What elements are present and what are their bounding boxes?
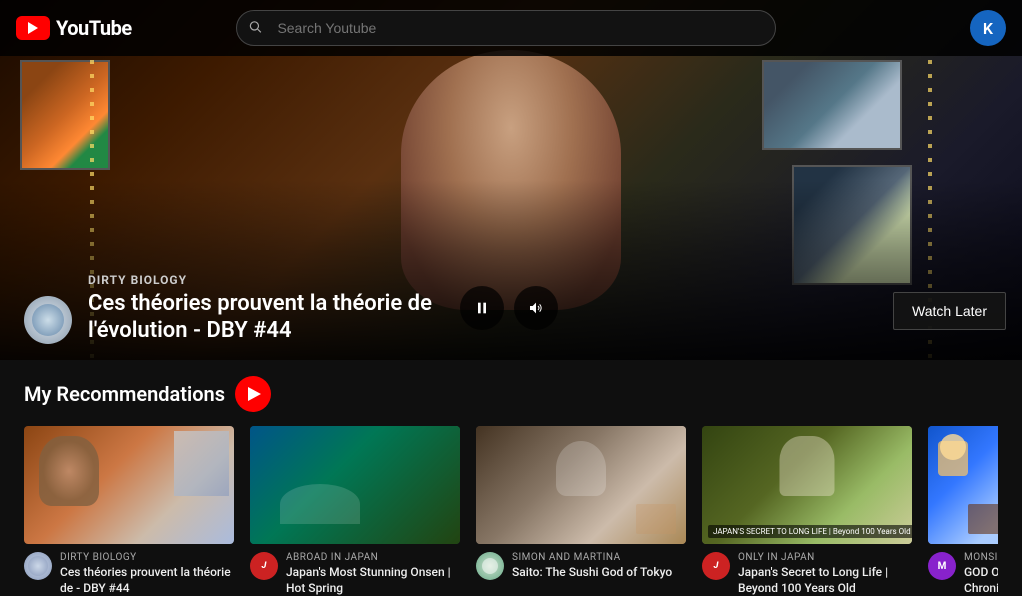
video-thumbnail [250,426,460,544]
video-channel-tag: DIRTY BIOLOGY [60,552,234,563]
channel-avatar [24,296,72,344]
logo-text: YouTube [56,16,132,40]
search-input[interactable] [236,10,776,46]
video-title: Japan's Secret to Long Life | Beyond 100… [738,565,912,596]
channel-icon: M [928,552,956,580]
video-channel-tag: ABROAD IN JAPAN [286,552,460,563]
video-meta: DIRTY BIOLOGY Ces théories prouvent la t… [24,552,234,596]
video-cards: DIRTY BIOLOGY Ces théories prouvent la t… [24,426,998,596]
video-thumbnail [24,426,234,544]
video-thumbnail [928,426,998,544]
video-card[interactable]: DIRTY BIOLOGY Ces théories prouvent la t… [24,426,234,596]
recommendations-section: My Recommendations DIRTY BIOLOGY Ces thé… [0,360,1022,596]
channel-icon [24,552,52,580]
painting-right-top [762,60,902,150]
video-thumbnail [476,426,686,544]
video-card[interactable]: JAPAN'S SECRET TO LONG LIFE | Beyond 100… [702,426,912,596]
video-info: ONLY IN JAPAN Japan's Secret to Long Lif… [738,552,912,596]
youtube-logo-icon [16,16,50,40]
video-card[interactable]: SIMON AND MARTINA Saito: The Sushi God o… [476,426,686,596]
painting-left [20,60,110,170]
video-title: Japan's Most Stunning Onsen | Hot Spring [286,565,460,596]
video-card[interactable]: M MONSIEUR GOD OF Chroniq... [928,426,998,596]
video-channel-tag: MONSIEUR [964,552,998,563]
channel-icon [476,552,504,580]
video-channel-tag: SIMON AND MARTINA [512,552,672,563]
avatar[interactable]: K [970,10,1006,46]
video-info: ABROAD IN JAPAN Japan's Most Stunning On… [286,552,460,596]
channel-icon: J [250,552,278,580]
pause-button[interactable] [460,286,504,330]
video-info: MONSIEUR GOD OF Chroniq... [964,552,998,596]
video-meta: J ABROAD IN JAPAN Japan's Most Stunning … [250,552,460,596]
video-title: Saito: The Sushi God of Tokyo [512,565,672,581]
logo[interactable]: YouTube [16,16,132,40]
rec-title: My Recommendations [24,382,225,406]
hero-title: Ces théories prouvent la théorie del'évo… [88,291,432,344]
hero-channel-name: DIRTY BIOLOGY [88,273,432,287]
watch-later-button[interactable]: Watch Later [893,292,1006,330]
video-card[interactable]: J ABROAD IN JAPAN Japan's Most Stunning … [250,426,460,596]
hero-controls [460,286,558,330]
video-meta: M MONSIEUR GOD OF Chroniq... [928,552,998,596]
video-channel-tag: ONLY IN JAPAN [738,552,912,563]
search-icon [248,19,262,38]
channel-icon: J [702,552,730,580]
video-meta: SIMON AND MARTINA Saito: The Sushi God o… [476,552,686,581]
hero-text: DIRTY BIOLOGY Ces théories prouvent la t… [88,273,432,344]
thumb-overlay-text: JAPAN'S SECRET TO LONG LIFE | Beyond 100… [708,525,912,538]
video-info: DIRTY BIOLOGY Ces théories prouvent la t… [60,552,234,596]
video-meta: J ONLY IN JAPAN Japan's Secret to Long L… [702,552,912,596]
video-title: GOD OF Chroniq... [964,565,998,596]
header: YouTube K [0,0,1022,56]
rec-play-button[interactable] [235,376,271,412]
rec-header: My Recommendations [24,376,998,412]
video-title: Ces théories prouvent la théorie de - DB… [60,565,234,596]
video-thumbnail: JAPAN'S SECRET TO LONG LIFE | Beyond 100… [702,426,912,544]
volume-button[interactable] [514,286,558,330]
hero-content: DIRTY BIOLOGY Ces théories prouvent la t… [24,273,432,344]
search-bar [236,10,776,46]
video-info: SIMON AND MARTINA Saito: The Sushi God o… [512,552,672,581]
